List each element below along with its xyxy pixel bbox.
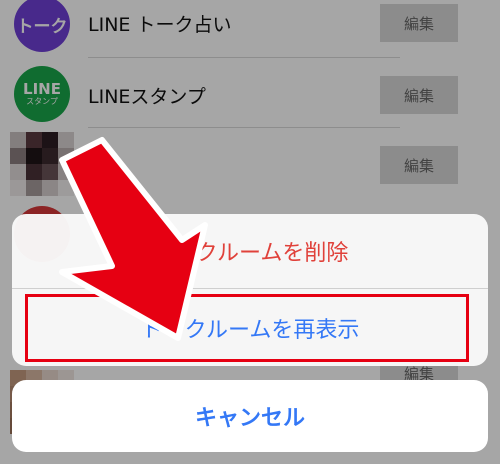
red-arrow-icon bbox=[59, 137, 208, 341]
